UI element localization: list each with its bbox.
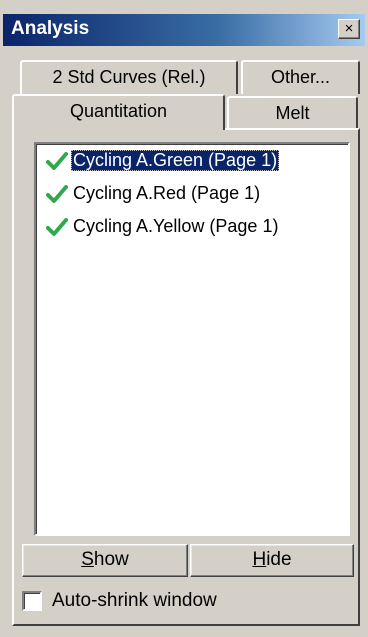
tab-label: Other... [270, 67, 331, 87]
show-accelerator: S [81, 549, 94, 570]
tab-2-std-curves-rel[interactable]: 2 Std Curves (Rel.) [20, 60, 238, 94]
auto-shrink-checkbox[interactable] [22, 591, 42, 611]
tab-quantitation[interactable]: Quantitation [12, 94, 225, 130]
close-button[interactable]: × [338, 19, 360, 39]
green-check-icon [46, 217, 68, 236]
green-check-icon [46, 151, 68, 170]
auto-shrink-label: Auto-shrink window [52, 590, 217, 611]
tab-label: Quantitation [69, 101, 168, 121]
green-check-icon [46, 184, 68, 203]
analysis-listbox[interactable]: Cycling A.Green (Page 1) Cycling A.Red (… [34, 142, 350, 536]
tab-other[interactable]: Other... [241, 60, 360, 94]
hide-button[interactable]: Hide [190, 544, 354, 577]
window-title: Analysis [11, 18, 90, 39]
quantitation-panel: Cycling A.Green (Page 1) Cycling A.Red (… [12, 128, 360, 626]
tab-label: Melt [275, 103, 310, 123]
list-item-label: Cycling A.Yellow (Page 1) [73, 216, 279, 236]
title-bar[interactable]: Analysis × [3, 14, 365, 46]
list-item-label: Cycling A.Green (Page 1) [71, 150, 280, 171]
hide-label: ide [266, 549, 292, 570]
list-item[interactable]: Cycling A.Green (Page 1) [36, 144, 348, 177]
auto-shrink-row[interactable]: Auto-shrink window [22, 590, 217, 612]
list-item[interactable]: Cycling A.Yellow (Page 1) [36, 210, 348, 243]
tab-melt[interactable]: Melt [227, 96, 358, 130]
tab-label: 2 Std Curves (Rel.) [52, 67, 206, 87]
analysis-window: Analysis × 2 Std Curves (Rel.) Other... … [0, 0, 368, 637]
close-icon: × [344, 20, 354, 37]
show-label: how [93, 549, 129, 570]
show-button[interactable]: Show [22, 544, 188, 577]
list-item-label: Cycling A.Red (Page 1) [73, 183, 261, 203]
list-item[interactable]: Cycling A.Red (Page 1) [36, 177, 348, 210]
hide-accelerator: H [252, 549, 267, 570]
